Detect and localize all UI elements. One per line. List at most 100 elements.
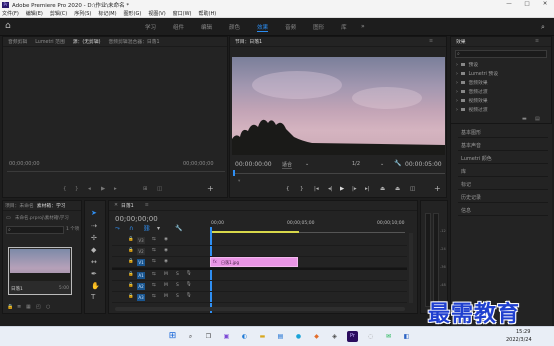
track-label-a1[interactable]: A1 bbox=[137, 272, 145, 279]
solo-icon[interactable]: S bbox=[176, 283, 179, 288]
lift-icon[interactable]: ⏏ bbox=[380, 186, 385, 192]
edge-browser-icon[interactable]: ◐ bbox=[239, 331, 250, 342]
file-explorer-icon[interactable]: ▬ bbox=[257, 331, 268, 342]
app-icon[interactable]: ◆ bbox=[311, 331, 322, 342]
microphone-icon[interactable]: 🎙 bbox=[186, 293, 192, 298]
delete-icon[interactable]: ▤ bbox=[535, 116, 540, 122]
panel-lumetri-color[interactable]: Lumetri 颜色 bbox=[458, 151, 548, 164]
tab-learning[interactable]: 学习 bbox=[145, 23, 156, 32]
track-lock-icon[interactable]: 🔒 bbox=[128, 248, 134, 253]
export-frame-icon[interactable]: ◫ bbox=[410, 186, 415, 192]
timeline-vertical-scrollbar[interactable] bbox=[409, 233, 413, 303]
windows-start-icon[interactable]: ⊞ bbox=[167, 331, 178, 342]
slip-tool-icon[interactable]: ↔ bbox=[91, 258, 97, 266]
type-tool-icon[interactable]: T bbox=[91, 293, 95, 301]
menu-view[interactable]: 视图(V) bbox=[148, 10, 165, 17]
track-lock-icon[interactable]: 🔒 bbox=[128, 237, 134, 242]
add-marker-icon[interactable]: ▾ bbox=[157, 225, 160, 232]
tab-project[interactable]: 项目：未命名 bbox=[5, 202, 34, 209]
linked-selection-icon[interactable]: ⛓ bbox=[143, 225, 151, 232]
program-playhead[interactable] bbox=[233, 170, 235, 176]
menu-sequence[interactable]: 序列(S) bbox=[74, 10, 91, 17]
tab-lumetri-scopes[interactable]: Lumetri 范围 bbox=[35, 38, 65, 45]
track-sync-icon[interactable]: ⇆ bbox=[152, 259, 156, 264]
tab-libraries[interactable]: 库 bbox=[341, 23, 347, 32]
tab-sequence[interactable]: 日落1 bbox=[121, 202, 134, 209]
tab-editing[interactable]: 编辑 bbox=[201, 23, 212, 32]
minimize-button[interactable]: — bbox=[500, 0, 518, 9]
go-to-out-icon[interactable]: ▸| bbox=[365, 186, 370, 192]
hand-tool-icon[interactable]: ✋ bbox=[91, 282, 100, 290]
app-icon[interactable]: ◧ bbox=[401, 331, 412, 342]
tab-bin[interactable]: 素材箱：学习 bbox=[37, 202, 66, 209]
effects-search-input[interactable]: ⌕ bbox=[455, 50, 547, 58]
panel-essential-sound[interactable]: 基本声音 bbox=[458, 138, 548, 151]
home-icon[interactable]: ⌂ bbox=[5, 21, 15, 31]
program-mark-in-icon[interactable]: { bbox=[286, 186, 290, 192]
microphone-icon[interactable]: 🎙 bbox=[186, 271, 192, 276]
search-icon[interactable]: ⌕ bbox=[541, 23, 545, 32]
clip-thumbnail-card[interactable]: 日落1 5:00 bbox=[8, 247, 72, 295]
freeform-view-icon[interactable]: ◰ bbox=[36, 304, 41, 310]
tab-audio-clip-mixer[interactable]: 音频剪辑混合器：日落1 bbox=[109, 38, 160, 45]
track-select-tool-icon[interactable]: ⇢ bbox=[91, 222, 97, 230]
program-fit-select[interactable]: 适合 bbox=[282, 161, 293, 169]
track-label-v3[interactable]: V3 bbox=[137, 237, 145, 244]
step-back-icon[interactable]: ◂| bbox=[328, 186, 333, 192]
program-scrubber[interactable] bbox=[233, 173, 445, 174]
track-sync-icon[interactable]: ⇆ bbox=[152, 248, 156, 253]
microphone-icon[interactable]: 🎙 bbox=[186, 282, 192, 287]
play-icon[interactable]: ▶ bbox=[340, 186, 344, 192]
source-add-button-icon[interactable]: + bbox=[207, 184, 214, 193]
source-export-frame-icon[interactable]: ◫ bbox=[157, 186, 162, 192]
menu-clip[interactable]: 剪辑(C) bbox=[50, 10, 67, 17]
track-sync-icon[interactable]: ⇆ bbox=[152, 272, 156, 277]
track-sync-icon[interactable]: ⇆ bbox=[152, 283, 156, 288]
menu-marker[interactable]: 标记(M) bbox=[98, 10, 116, 17]
program-fit-chevron-icon[interactable]: ⌄ bbox=[305, 161, 309, 167]
source-timecode-current[interactable]: 00;00;00;00 bbox=[9, 161, 40, 167]
source-insert-icon[interactable]: ⊞ bbox=[143, 186, 148, 192]
track-eye-icon[interactable]: ◉ bbox=[164, 259, 168, 264]
track-eye-icon[interactable]: ◉ bbox=[164, 248, 168, 253]
track-sync-icon[interactable]: ⇆ bbox=[152, 237, 156, 242]
program-resolution-chevron-icon[interactable]: ⌄ bbox=[380, 161, 384, 167]
close-button[interactable]: ✕ bbox=[536, 0, 554, 9]
effects-tree-item-audio-transitions[interactable]: › 音频过渡 bbox=[456, 88, 488, 95]
solo-icon[interactable]: S bbox=[176, 294, 179, 299]
project-search-input[interactable]: ⌕ bbox=[6, 226, 64, 234]
track-lock-icon[interactable]: 🔒 bbox=[128, 272, 134, 277]
program-resolution-select[interactable]: 1/2 bbox=[352, 161, 360, 167]
solo-icon[interactable]: S bbox=[176, 272, 179, 277]
track-lock-icon[interactable]: 🔒 bbox=[128, 283, 134, 288]
program-timecode-current[interactable]: 00:00:00:00 bbox=[235, 161, 272, 168]
go-to-in-icon[interactable]: |◂ bbox=[314, 186, 319, 192]
program-video-frame[interactable] bbox=[232, 57, 445, 155]
timeline-clip[interactable]: 日落1.jpg fx bbox=[210, 257, 298, 267]
tab-assembly[interactable]: 组件 bbox=[173, 23, 184, 32]
mute-icon[interactable]: M bbox=[164, 283, 168, 288]
source-scrubber[interactable] bbox=[7, 171, 225, 172]
step-forward-icon[interactable]: |▸ bbox=[352, 186, 357, 192]
task-view-icon[interactable]: ❐ bbox=[203, 331, 214, 342]
track-lock-icon[interactable]: 🔒 bbox=[128, 259, 134, 264]
widgets-icon[interactable]: ▣ bbox=[221, 331, 232, 342]
tab-effects-panel[interactable]: 效果 bbox=[456, 38, 466, 45]
extract-icon[interactable]: ⏏ bbox=[395, 186, 400, 192]
menu-window[interactable]: 窗口(W) bbox=[173, 10, 192, 17]
effects-tree-item-video-transitions[interactable]: › 视频过渡 bbox=[456, 106, 488, 113]
lock-icon[interactable]: 🔒 bbox=[7, 304, 13, 310]
track-label-a3[interactable]: A3 bbox=[137, 294, 145, 301]
menu-help[interactable]: 帮助(H) bbox=[199, 10, 217, 17]
maximize-button[interactable]: □ bbox=[518, 0, 536, 9]
selection-tool-icon[interactable]: ➤ bbox=[91, 209, 97, 217]
wechat-icon[interactable]: ✉ bbox=[383, 331, 394, 342]
panel-history[interactable]: 历史记录 bbox=[458, 190, 548, 203]
qq-icon[interactable]: ● bbox=[293, 331, 304, 342]
mute-icon[interactable]: M bbox=[164, 272, 168, 277]
tab-program[interactable]: 节目：日落1 bbox=[235, 38, 262, 45]
source-step-forward-icon[interactable]: ▸ bbox=[114, 186, 117, 192]
tab-source[interactable]: 源：(无剪辑) bbox=[73, 38, 101, 45]
panel-essential-graphics[interactable]: 基本图形 bbox=[458, 125, 548, 138]
store-icon[interactable]: ▤ bbox=[275, 331, 286, 342]
